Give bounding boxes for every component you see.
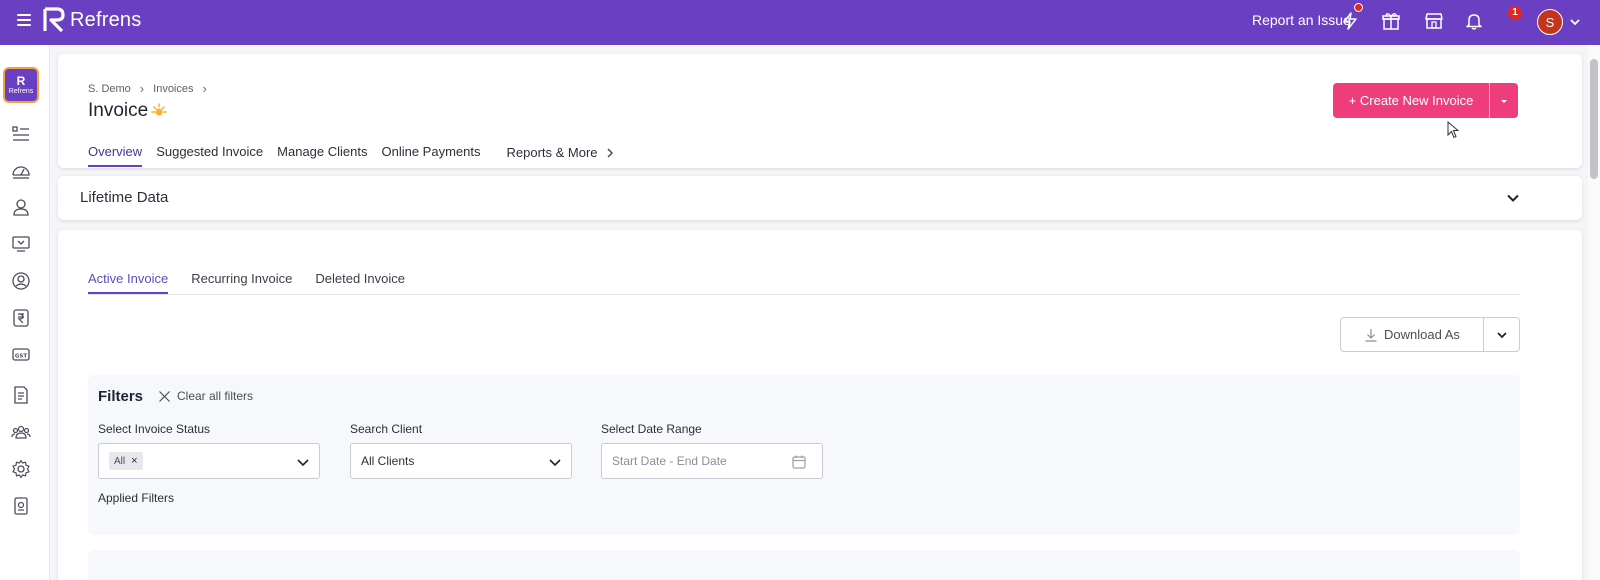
brand-name: Refrens xyxy=(70,8,142,31)
report-issue-link[interactable]: Report an Issue xyxy=(1252,12,1351,28)
scrollbar-thumb[interactable] xyxy=(1590,59,1598,179)
clear-all-filters-label: Clear all filters xyxy=(177,389,254,403)
chevron-right-icon xyxy=(607,147,613,158)
download-as-button[interactable]: Download As xyxy=(1340,317,1484,352)
caret-down-icon xyxy=(1501,99,1507,103)
menu-icon[interactable] xyxy=(17,14,31,26)
invoice-status-label: Select Invoice Status xyxy=(98,422,211,436)
sidebar-logo-mark-icon: R xyxy=(16,73,26,88)
breadcrumb-chevron-icon: › xyxy=(202,81,207,96)
monitor-icon[interactable] xyxy=(11,234,31,254)
store-icon[interactable] xyxy=(1424,11,1444,31)
gift-icon[interactable] xyxy=(1381,11,1401,31)
download-icon xyxy=(1365,328,1377,342)
page-header-card: S. Demo › Invoices › Invoice Overview Su… xyxy=(58,54,1582,168)
document-icon[interactable] xyxy=(11,385,31,405)
lifetime-data-title: Lifetime Data xyxy=(80,189,169,206)
user-icon[interactable] xyxy=(11,197,31,217)
create-new-invoice-button[interactable]: + Create New Invoice xyxy=(1333,83,1489,118)
rupee-icon[interactable] xyxy=(11,308,31,328)
tab-online-payments[interactable]: Online Payments xyxy=(381,144,480,167)
sidebar-logo-text: Refrens xyxy=(8,87,34,95)
chevron-down-icon[interactable] xyxy=(1568,15,1582,29)
search-client-value: All Clients xyxy=(361,454,415,468)
filters-panel: Filters Clear all filters Select Invoice… xyxy=(88,375,1520,535)
account-icon[interactable] xyxy=(11,271,31,291)
bell-icon[interactable] xyxy=(1464,11,1484,31)
team-icon[interactable] xyxy=(11,422,31,442)
invoice-sub-tabs: Active Invoice Recurring Invoice Deleted… xyxy=(88,271,1520,295)
top-bar: Refrens Report an Issue 1 S xyxy=(0,0,1600,45)
calendar-icon xyxy=(792,455,806,469)
mouse-cursor-icon xyxy=(1447,121,1459,139)
create-invoice-dropdown-button[interactable] xyxy=(1489,83,1518,118)
download-dropdown-button[interactable] xyxy=(1483,317,1520,352)
tab-reports-more-label: Reports & More xyxy=(506,145,598,160)
clear-all-filters-button[interactable]: Clear all filters xyxy=(158,389,253,403)
avatar[interactable]: S xyxy=(1537,9,1563,35)
chevron-down-icon xyxy=(297,459,309,467)
invoice-table-placeholder xyxy=(88,550,1520,580)
svg-text:GST: GST xyxy=(15,354,27,360)
search-client-select[interactable]: All Clients xyxy=(350,443,572,479)
sidebar: R Refrens GST xyxy=(0,45,50,580)
tab-manage-clients[interactable]: Manage Clients xyxy=(277,144,367,167)
page-title: Invoice xyxy=(88,100,168,122)
page-title-text: Invoice xyxy=(88,100,149,121)
search-client-label: Search Client xyxy=(350,422,423,436)
close-icon xyxy=(159,390,170,402)
list-icon[interactable] xyxy=(11,124,31,144)
dashboard-icon[interactable] xyxy=(11,161,31,181)
date-range-placeholder: Start Date - End Date xyxy=(612,454,727,468)
invoice-list-card: Active Invoice Recurring Invoice Deleted… xyxy=(58,230,1582,580)
tab-recurring-invoice[interactable]: Recurring Invoice xyxy=(191,271,292,294)
chevron-down-icon xyxy=(549,459,561,467)
tab-suggested-invoice[interactable]: Suggested Invoice xyxy=(156,144,263,167)
status-chip-label: All xyxy=(114,455,126,467)
badge-icon[interactable] xyxy=(11,496,31,516)
refrens-logo-icon xyxy=(43,7,65,33)
page-tabs: Overview Suggested Invoice Manage Client… xyxy=(88,144,631,167)
breadcrumb-chevron-icon: › xyxy=(139,81,145,96)
chevron-down-icon[interactable] xyxy=(1504,189,1522,207)
gst-icon[interactable]: GST xyxy=(11,345,31,365)
tab-active-invoice[interactable]: Active Invoice xyxy=(88,271,169,294)
date-range-input[interactable]: Start Date - End Date xyxy=(601,443,823,479)
brand[interactable]: Refrens xyxy=(42,7,141,33)
bolt-alert-dot xyxy=(1354,3,1363,12)
page-scrollbar[interactable] xyxy=(1588,45,1600,580)
settings-icon[interactable] xyxy=(11,459,31,479)
tab-deleted-invoice[interactable]: Deleted Invoice xyxy=(315,271,405,294)
applied-filters-label: Applied Filters xyxy=(98,491,175,505)
filters-title: Filters xyxy=(98,388,144,405)
tab-overview[interactable]: Overview xyxy=(88,144,143,167)
breadcrumb: S. Demo › Invoices › xyxy=(88,81,216,96)
lifetime-data-panel[interactable]: Lifetime Data xyxy=(58,176,1582,220)
breadcrumb-item-org[interactable]: S. Demo xyxy=(88,83,131,95)
bolt-icon[interactable] xyxy=(1340,11,1360,31)
tab-reports-more[interactable]: Reports & More xyxy=(506,144,616,167)
date-range-label: Select Date Range xyxy=(601,422,702,436)
notification-count-badge: 1 xyxy=(1508,6,1522,20)
breadcrumb-item-invoices[interactable]: Invoices xyxy=(153,83,193,95)
download-as-label: Download As xyxy=(1384,327,1460,342)
invoice-status-select[interactable]: All × xyxy=(98,443,320,479)
sidebar-app-logo[interactable]: R Refrens xyxy=(3,67,39,103)
chevron-down-icon xyxy=(1496,331,1507,338)
chip-remove-icon[interactable]: × xyxy=(131,455,137,467)
status-chip: All × xyxy=(109,452,143,470)
sun-icon[interactable] xyxy=(150,102,168,120)
